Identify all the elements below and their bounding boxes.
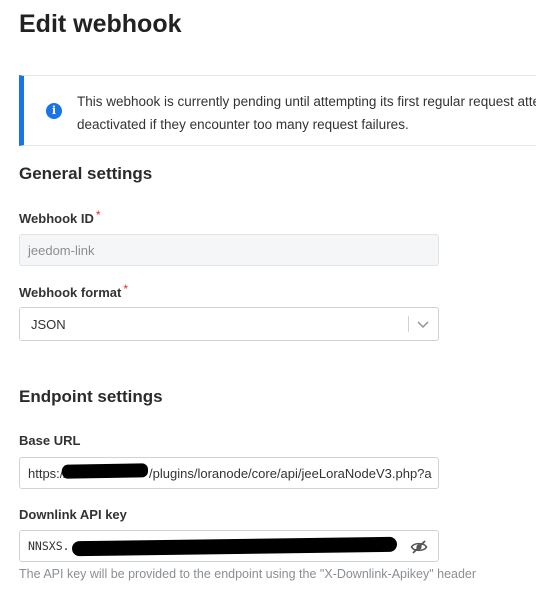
general-settings-title: General settings xyxy=(19,164,153,183)
endpoint-settings-title: Endpoint settings xyxy=(19,387,163,406)
redaction-mark xyxy=(61,463,149,479)
api-key-hint: The API key will be provided to the endp… xyxy=(19,567,477,581)
info-icon: i xyxy=(46,103,62,119)
notice-line-2: deactivated if they encounter too many r… xyxy=(77,117,409,132)
base-url-label: Base URL xyxy=(19,433,81,448)
webhook-format-label: Webhook format * xyxy=(19,282,128,300)
notice-line-1: This webhook is currently pending until … xyxy=(77,94,536,109)
webhook-id-label: Webhook ID * xyxy=(19,208,101,226)
chevron-down-icon[interactable] xyxy=(416,317,430,331)
api-key-prefix: NNSXS. xyxy=(28,539,70,553)
required-marker: * xyxy=(123,282,128,296)
required-marker: * xyxy=(95,208,101,222)
base-url-suffix: /plugins/loranode/core/api/jeeLoraNodeV3… xyxy=(149,465,432,481)
select-separator xyxy=(408,316,409,332)
pending-notice: i This webhook is currently pending unti… xyxy=(19,75,536,146)
webhook-format-label-text: Webhook format xyxy=(19,285,122,300)
notice-text: This webhook is currently pending until … xyxy=(77,90,536,136)
webhook-id-field: jeedom-link xyxy=(19,234,439,266)
webhook-id-value: jeedom-link xyxy=(28,242,95,258)
webhook-format-value: JSON xyxy=(31,316,66,332)
eye-off-icon[interactable] xyxy=(410,539,428,555)
webhook-id-label-text: Webhook ID xyxy=(19,211,94,226)
downlink-api-key-label: Downlink API key xyxy=(19,507,127,522)
page-title: Edit webhook xyxy=(19,10,182,38)
webhook-format-select[interactable]: JSON xyxy=(19,307,439,341)
